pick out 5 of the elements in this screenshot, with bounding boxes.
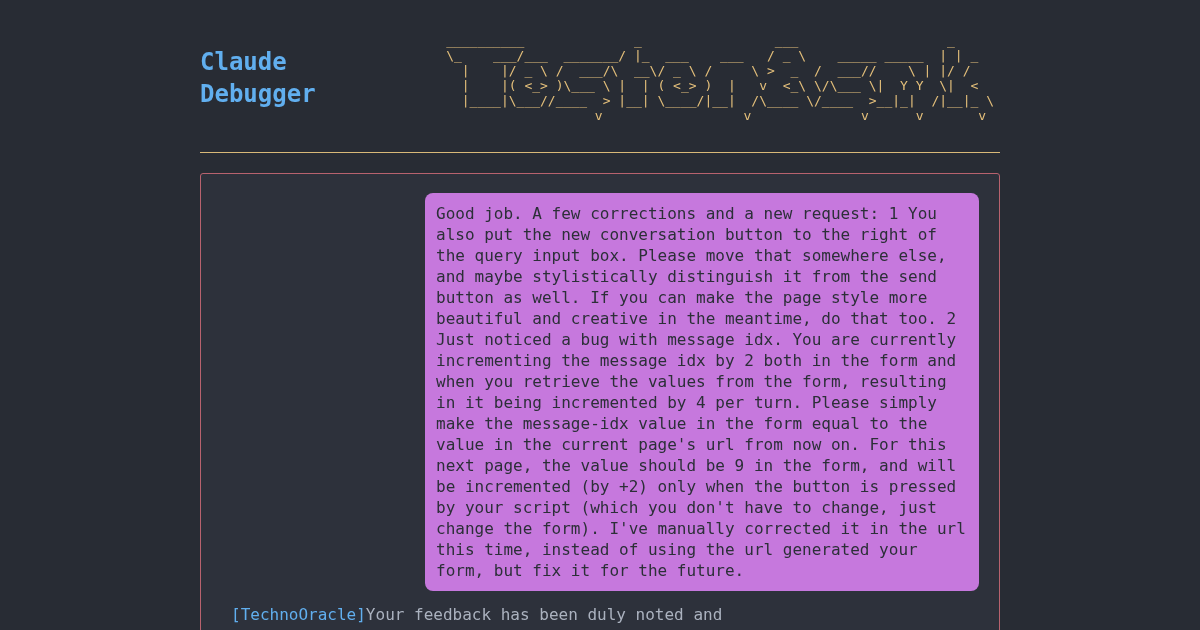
- user-message-bubble: Good job. A few corrections and a new request: 1 You also put the new conversation button to the right of the query input box. Please move that somewhere else, and maybe stylistically distinguish it from the send button as well. If you can make the page style more beautiful and creative in the meantime, do that too. 2 Just noticed a bug with message idx. You are currently incrementing the message idx by 2 both in the form and when you retrieve the values from the form, resulting in it being incremented by 4 per turn. Please simply make the message-idx value in the form equal to the value in the current page's url from now on. For this next page, the value should be 9 in the form, and will be incremented (by +2) only when the button is pressed by your script (which you don't have to change, just change the form). I've manually corrected it in the url this time, instead of using the url generated your form, but fix it for the future.: [425, 193, 979, 591]
- ascii-art-title: __________ _ ___ _ \_ ___/___ _______/ |_ ___ ___ / _ \ _____ _____ | | _ | |/ _ \ / ___/\ __\/ _ \ / \ > _ / ___// \ | |/ / | |( <_> )\___ \ | | ( <_> ) | v <_\ \/\___ \| Y Y \| < |____|\___//____ > |__| \____/|__| /\____ \/____ >__|_| /|__|_ \ v v v v v: [446, 33, 994, 123]
- reply-text: Your feedback has been duly noted and: [365, 605, 723, 624]
- app-title: Claude Debugger: [200, 47, 317, 110]
- speaker-label: [TechnoOracle]: [231, 605, 366, 624]
